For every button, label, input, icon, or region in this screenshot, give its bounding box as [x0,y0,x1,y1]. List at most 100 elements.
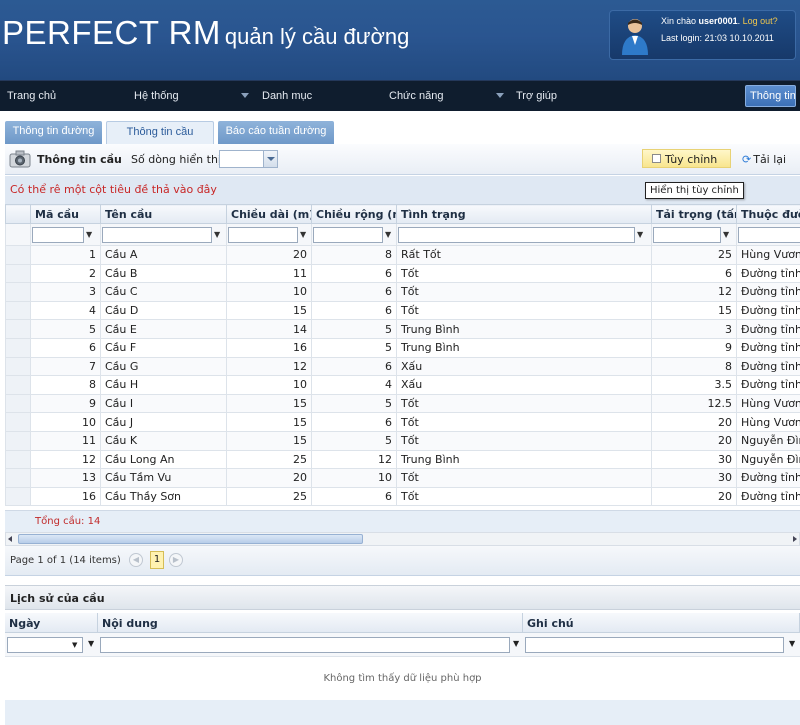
next-page-icon[interactable]: ▶ [169,553,183,567]
table-cell: Cầu A [100,245,227,265]
column-header-note[interactable]: Ghi chú [523,613,800,633]
filter-input-status[interactable] [398,226,635,243]
row-selector[interactable] [5,393,31,414]
tab-road-weekly-report[interactable]: Báo cáo tuần đường [218,121,334,144]
filter-input-width[interactable] [313,226,383,243]
row-selector[interactable] [5,319,31,339]
filter-input-note[interactable] [525,637,784,653]
row-selector[interactable] [5,412,31,432]
column-header-length[interactable]: Chiều dài (m) [226,204,312,224]
column-header-width[interactable]: Chiều rộng (m) [311,204,397,224]
drag-hint: Có thể rê một cột tiêu đề thả vào đây [10,183,217,196]
filter-icon[interactable]: ▼ [723,230,729,239]
scroll-right-icon[interactable] [793,536,797,542]
column-header-date[interactable]: Ngày [5,613,98,633]
table-cell: 20 [651,412,737,432]
table-cell: 6 [311,300,397,321]
table-cell: Cầu I [100,393,227,414]
table-row[interactable]: 13 Cầu Tầm Vu 20 10 Tốt 30 Đường tỉnh [5,468,800,488]
tab-bridge-info[interactable]: Thông tin cầu [106,121,214,144]
table-cell: Tốt [396,430,652,451]
table-row[interactable]: 9Cầu I155Tốt12.5Hùng Vương [5,393,800,414]
table-row[interactable]: 10Cầu J156Tốt20Hùng Vương [5,412,800,432]
chevron-down-icon[interactable] [263,151,277,167]
table-cell: Nguyễn Đình [736,430,800,451]
column-header-content[interactable]: Nội dung [98,613,523,633]
table-cell: Đường tỉnh [736,375,800,395]
row-selector[interactable] [5,282,31,302]
column-header-status[interactable]: Tình trạng [396,204,652,224]
table-row[interactable]: 11Cầu K155Tốt20Nguyễn Đình [5,430,800,451]
filter-input-content[interactable] [100,637,510,653]
table-cell: 3.5 [651,375,737,395]
row-selector[interactable] [5,356,31,377]
filter-icon[interactable]: ▼ [86,230,92,239]
table-row[interactable]: 4 Cầu D 15 6 Tốt 15 Đường tỉnh [5,300,800,321]
row-selector[interactable] [5,449,31,470]
menu-item-home[interactable]: Trang chủ [7,90,56,102]
customize-button[interactable]: Tùy chỉnh [642,149,731,168]
menu-item-catalog[interactable]: Danh mục [262,90,312,102]
scroll-left-icon[interactable] [8,536,12,542]
menu-item-help[interactable]: Trợ giúp [516,90,557,102]
row-selector[interactable] [5,375,31,395]
filter-icon[interactable]: ▼ [637,230,643,239]
filter-icon[interactable]: ▼ [385,230,391,239]
page-number[interactable]: 1 [150,551,164,569]
table-cell: Tốt [396,393,652,414]
row-selector[interactable] [5,263,31,284]
filter-input-length[interactable] [228,226,298,243]
filter-input-load[interactable] [653,226,721,243]
table-row[interactable]: 16 Cầu Thầy Sơn 25 6 Tốt 20 Đường tỉnh [5,486,800,507]
row-selector[interactable] [5,486,31,507]
table-row[interactable]: 6 Cầu F 16 5 Trung Bình 9 Đường tỉnh [5,337,800,358]
table-cell: Cầu D [100,300,227,321]
table-cell: 11 [30,430,101,451]
user-avatar-icon [622,19,648,55]
table-row[interactable]: 7 Cầu G 12 6 Xấu 8 Đường tỉnh [5,356,800,377]
reload-button[interactable]: ⟳ Tải lại [742,153,786,166]
table-row[interactable]: 8 Cầu H 10 4 Xấu 3.5 Đường tỉnh [5,375,800,395]
filter-input-code[interactable] [32,226,84,243]
filter-input-road[interactable] [738,226,800,243]
rows-per-page-select[interactable] [219,150,278,168]
row-selector[interactable] [5,245,31,265]
table-row[interactable]: 12Cầu Long An2512Trung Bình30Nguyễn Đình [5,449,800,470]
table-cell: Rất Tốt [396,245,652,265]
row-selector[interactable] [5,430,31,451]
filter-icon[interactable]: ▼ [300,230,306,239]
row-selector[interactable] [5,300,31,321]
table-cell: Xấu [396,375,652,395]
history-panel-header: Lịch sử của cầu [5,585,800,610]
table-row[interactable]: 5 Cầu E 14 5 Trung Bình 3 Đường tỉnh [5,319,800,339]
grid-footer: Tổng cầu: 14 [5,510,800,532]
logout-link[interactable]: Log out? [743,16,778,26]
column-header-road[interactable]: Thuộc đường [736,204,800,224]
row-selector[interactable] [5,468,31,488]
filter-icon[interactable]: ▼ [513,639,519,648]
tab-road-info[interactable]: Thông tin đường [5,121,102,144]
row-selector[interactable] [5,337,31,358]
filter-icon[interactable]: ▼ [789,639,795,648]
menu-item-system[interactable]: Hệ thống [134,90,179,102]
horizontal-scrollbar[interactable] [5,532,800,546]
filter-input-name[interactable] [102,226,212,243]
table-row[interactable]: 1Cầu A208Rất Tốt25Hùng Vương [5,245,800,265]
scrollbar-thumb[interactable] [18,534,363,544]
info-button[interactable]: Thông tin [745,85,796,107]
table-row[interactable]: 2 Cầu B 11 6 Tốt 6 Đường tỉnh [5,263,800,284]
menu-item-functions[interactable]: Chức năng [389,90,443,102]
table-row[interactable]: 3 Cầu C 10 6 Tốt 12 Đường tỉnh [5,282,800,302]
checkbox-icon [652,154,661,163]
refresh-icon: ⟳ [742,153,752,166]
column-header-code[interactable]: Mã cầu [30,204,101,224]
filter-cell: ▼ [396,223,652,246]
filter-icon[interactable]: ▼ [214,230,220,239]
filter-cell [736,223,800,246]
column-header-load[interactable]: Tải trọng (tấn) [651,204,737,224]
chevron-down-icon[interactable]: ▼ [72,641,77,649]
prev-page-icon[interactable]: ◀ [129,553,143,567]
column-header-name[interactable]: Tên cầu [100,204,227,224]
filter-icon[interactable]: ▼ [88,639,94,648]
table-cell: Tốt [396,282,652,302]
